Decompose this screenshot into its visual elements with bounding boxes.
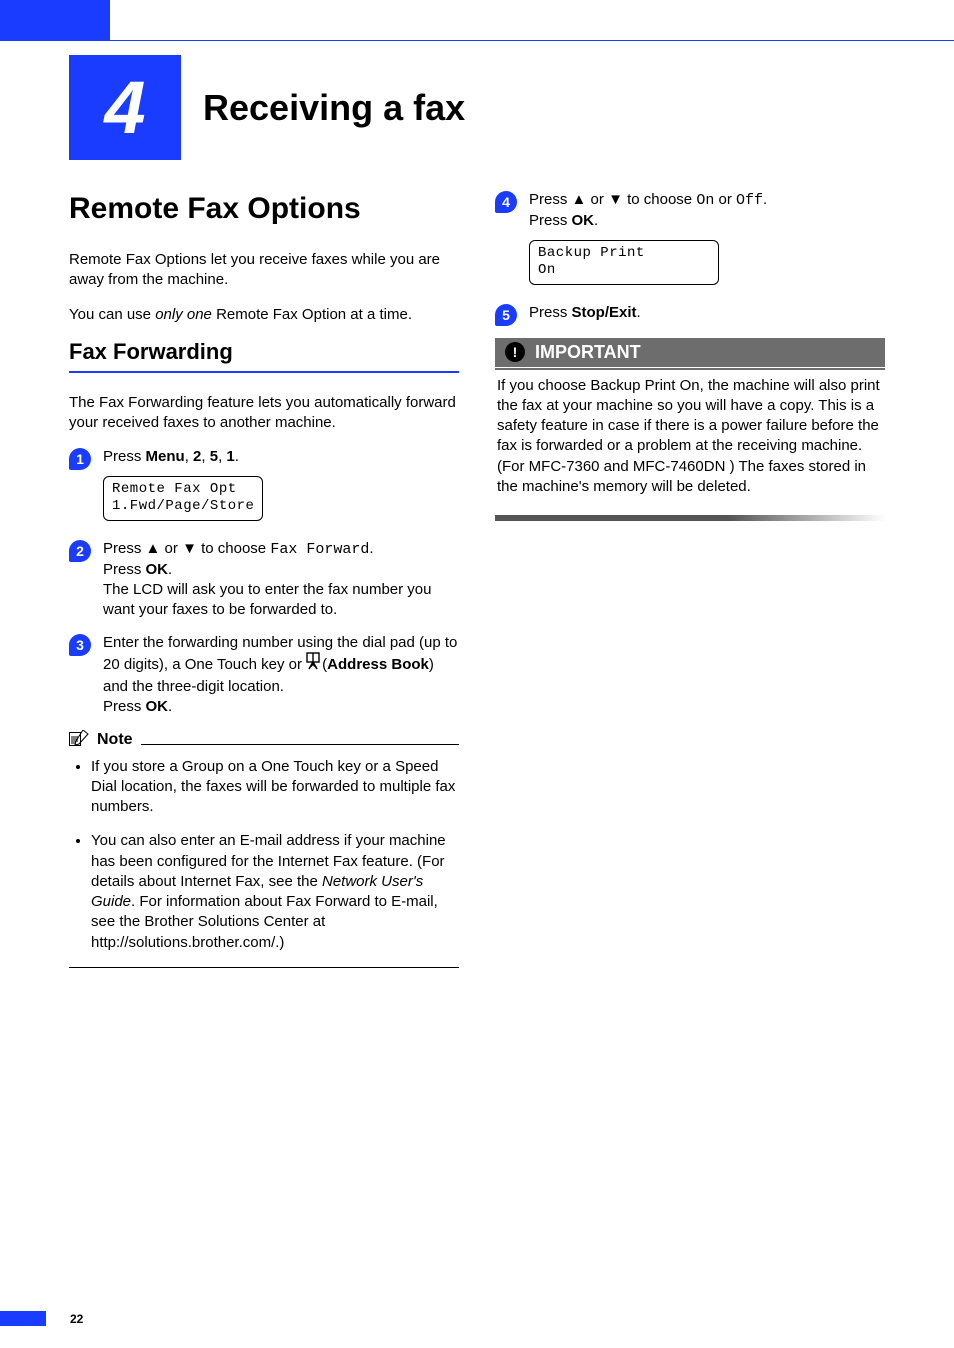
- subsection-rule: [69, 371, 459, 373]
- intro2-b: Remote Fax Option at a time.: [212, 306, 412, 323]
- step-badge-4: 4: [495, 191, 517, 213]
- s2-b: or: [160, 540, 182, 557]
- up-arrow-icon: ▲: [146, 540, 161, 557]
- note-list: If you store a Group on a One Touch key …: [69, 757, 459, 953]
- s1-5: 5: [210, 448, 218, 465]
- s1-c: ,: [201, 448, 209, 465]
- footer-accent-bar: [0, 1311, 46, 1326]
- s4-a: Press: [529, 191, 572, 208]
- s5-a: Press: [529, 304, 572, 321]
- important-header: ! IMPORTANT: [495, 338, 885, 368]
- chapter-number: 4: [104, 65, 145, 150]
- address-book-icon: [306, 652, 322, 676]
- step-1: 1 Press Menu, 2, 5, 1. Remote Fax Opt 1.…: [69, 447, 459, 526]
- chapter-number-box: 4: [69, 55, 181, 160]
- step-3: 3 Enter the forwarding number using the …: [69, 633, 459, 718]
- s4-b: or: [586, 191, 608, 208]
- content-columns: Remote Fax Options Remote Fax Options le…: [69, 190, 885, 968]
- down-arrow-icon: ▼: [608, 191, 623, 208]
- chapter-header: 4 Receiving a fax: [69, 55, 465, 160]
- step-5-text: Press Stop/Exit.: [529, 303, 885, 323]
- page-number: 22: [70, 1312, 83, 1326]
- note-end-rule: [69, 967, 459, 968]
- note2-b: . For information about Fax Forward to E…: [91, 893, 438, 951]
- s1-b: ,: [185, 448, 193, 465]
- s5-se: Stop/Exit: [572, 304, 637, 321]
- down-arrow-icon: ▼: [182, 540, 197, 557]
- header-accent-bar: [0, 0, 110, 40]
- s2-l2b: .: [168, 561, 172, 578]
- s2-d: .: [369, 540, 373, 557]
- step-2-text: Press ▲ or ▼ to choose Fax Forward. Pres…: [103, 539, 459, 621]
- step-badge-2: 2: [69, 540, 91, 562]
- note-header-rule: [141, 744, 459, 745]
- step-4: 4 Press ▲ or ▼ to choose On or Off. Pres…: [495, 190, 885, 291]
- lcd1-l2: 1.Fwd/Page/Store: [112, 498, 254, 514]
- s2-l2a: Press: [103, 561, 146, 578]
- s3-l2b: .: [168, 698, 172, 715]
- s4-l2b: .: [594, 212, 598, 229]
- intro-paragraph-2: You can use only one Remote Fax Option a…: [69, 305, 459, 325]
- s4-c: to choose: [623, 191, 696, 208]
- note-title: Note: [97, 731, 133, 749]
- left-column: Remote Fax Options Remote Fax Options le…: [69, 190, 459, 968]
- step-badge-1: 1: [69, 448, 91, 470]
- lcd2-l1: Backup Print: [538, 245, 645, 261]
- s3-ok: OK: [146, 698, 169, 715]
- pencil-icon: [69, 730, 89, 751]
- right-column: 4 Press ▲ or ▼ to choose On or Off. Pres…: [495, 190, 885, 968]
- s1-1: 1: [226, 448, 234, 465]
- s1-e: .: [235, 448, 239, 465]
- page-footer: 22: [0, 1311, 83, 1326]
- s4-l2a: Press: [529, 212, 572, 229]
- step-badge-5: 5: [495, 304, 517, 326]
- lcd2-l2: On: [538, 262, 556, 278]
- s2-c: to choose: [197, 540, 270, 557]
- s4-d: or: [714, 191, 736, 208]
- step-1-text: Press Menu, 2, 5, 1. Remote Fax Opt 1.Fw…: [103, 447, 459, 526]
- intro-paragraph-1: Remote Fax Options let you receive faxes…: [69, 250, 459, 291]
- lcd-display-2: Backup Print On: [529, 240, 719, 285]
- step-4-text: Press ▲ or ▼ to choose On or Off. Press …: [529, 190, 885, 291]
- s4-e: .: [763, 191, 767, 208]
- lcd1-l1: Remote Fax Opt: [112, 481, 237, 497]
- warning-icon: !: [505, 342, 525, 362]
- s2-a: Press: [103, 540, 146, 557]
- step-badge-3: 3: [69, 634, 91, 656]
- subsection-heading-fax-forwarding: Fax Forwarding: [69, 339, 459, 365]
- note-item-1: If you store a Group on a One Touch key …: [91, 757, 459, 818]
- intro2-a: You can use: [69, 306, 155, 323]
- chapter-title: Receiving a fax: [203, 87, 465, 129]
- s3-l2a: Press: [103, 698, 146, 715]
- intro2-em: only one: [155, 306, 212, 323]
- s5-b: .: [637, 304, 641, 321]
- s2-l3: The LCD will ask you to enter the fax nu…: [103, 581, 432, 618]
- lcd-display-1: Remote Fax Opt 1.Fwd/Page/Store: [103, 476, 263, 521]
- note-item-2: You can also enter an E-mail address if …: [91, 831, 459, 953]
- header-rule: [0, 40, 954, 41]
- section-heading-remote-fax: Remote Fax Options: [69, 192, 459, 226]
- important-box: ! IMPORTANT If you choose Backup Print O…: [495, 338, 885, 522]
- s3-ab: Address Book: [327, 656, 429, 673]
- fax-forwarding-desc: The Fax Forwarding feature lets you auto…: [69, 393, 459, 434]
- s1-a: Press: [103, 448, 146, 465]
- s1-menu: Menu: [146, 448, 185, 465]
- s4-ok: OK: [572, 212, 595, 229]
- s2-val: Fax Forward: [270, 541, 369, 558]
- step-3-text: Enter the forwarding number using the di…: [103, 633, 459, 718]
- s4-off: Off: [736, 192, 763, 209]
- important-bottom-rule: [495, 515, 885, 521]
- up-arrow-icon: ▲: [572, 191, 587, 208]
- important-label: IMPORTANT: [535, 342, 641, 363]
- important-body: If you choose Backup Print On, the machi…: [495, 368, 885, 498]
- step-5: 5 Press Stop/Exit.: [495, 303, 885, 326]
- step-2: 2 Press ▲ or ▼ to choose Fax Forward. Pr…: [69, 539, 459, 621]
- s4-on: On: [696, 192, 714, 209]
- note-header: Note: [69, 730, 459, 751]
- s2-ok: OK: [146, 561, 169, 578]
